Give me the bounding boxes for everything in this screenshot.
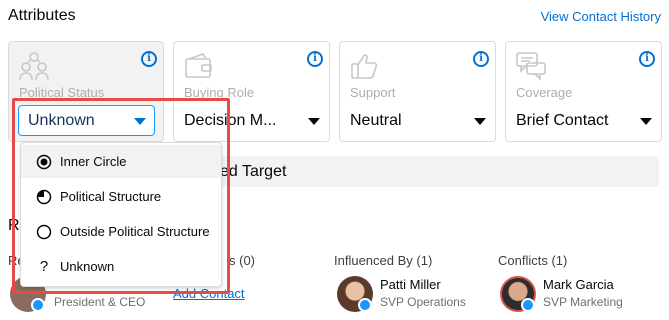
option-label: Inner Circle	[60, 154, 127, 169]
option-outside-political-structure[interactable]: Outside Political Structure	[21, 215, 221, 248]
add-contact-link[interactable]: Add Contact	[173, 286, 245, 301]
person-title: President & CEO	[54, 295, 146, 309]
person-name-link[interactable]: Patti Miller	[380, 277, 441, 292]
chevron-down-icon[interactable]	[474, 118, 486, 125]
option-inner-circle[interactable]: Inner Circle	[21, 145, 221, 178]
attributes-title: Attributes	[8, 7, 76, 24]
conflicts-heading: Conflicts (1)	[498, 253, 568, 268]
thumbs-up-icon	[351, 54, 378, 79]
avatar-badge-icon	[521, 298, 535, 312]
relationships-title: R	[8, 217, 20, 234]
avatar-badge-icon	[358, 298, 372, 312]
card-label: Coverage	[516, 85, 573, 100]
option-label: Unknown	[60, 259, 115, 274]
info-icon[interactable]: i	[639, 51, 655, 67]
card-label: Buying Role	[184, 85, 255, 100]
political-status-card: i Political Status Unknown	[8, 41, 164, 142]
coverage-card[interactable]: i Coverage Brief Contact	[505, 41, 662, 142]
radio-empty-icon	[36, 224, 52, 240]
political-status-dropdown: Inner Circle Political Structure Outside…	[20, 142, 222, 287]
half-circle-icon	[36, 189, 52, 205]
option-label: Outside Political Structure	[60, 224, 210, 239]
option-political-structure[interactable]: Political Structure	[21, 180, 221, 213]
person-title: SVP Operations	[380, 295, 466, 309]
card-label: Support	[350, 85, 396, 100]
column-heading: s (0)	[229, 253, 255, 268]
person-name-link[interactable]: Mark Garcia	[543, 277, 614, 292]
info-icon[interactable]: i	[307, 51, 323, 67]
info-icon[interactable]: i	[141, 51, 157, 67]
chevron-down-icon	[134, 118, 146, 125]
person-title: SVP Marketing	[543, 295, 623, 309]
chevron-down-icon[interactable]	[640, 118, 652, 125]
card-label: Political Status	[19, 85, 105, 100]
card-value: Neutral	[350, 112, 402, 129]
chat-icon	[516, 52, 546, 81]
option-unknown[interactable]: ? Unknown	[21, 250, 221, 283]
radio-selected-icon	[36, 154, 52, 170]
card-value: Brief Contact	[516, 112, 609, 129]
political-status-select[interactable]: Unknown	[18, 105, 155, 136]
influenced-by-heading: Influenced By (1)	[334, 253, 433, 268]
buying-role-card[interactable]: i Buying Role Decision M...	[173, 41, 330, 142]
question-icon: ?	[39, 258, 49, 275]
option-label: Political Structure	[60, 189, 162, 204]
chevron-down-icon[interactable]	[308, 118, 320, 125]
target-bar-text: ed Target	[220, 163, 287, 180]
support-card[interactable]: i Support Neutral	[339, 41, 496, 142]
group-icon	[19, 52, 49, 81]
target-bar: ed Target	[218, 156, 659, 187]
select-value: Unknown	[28, 112, 95, 129]
info-icon[interactable]: i	[473, 51, 489, 67]
view-contact-history-link[interactable]: View Contact History	[541, 9, 661, 24]
avatar-badge-icon	[31, 298, 45, 312]
wallet-icon	[185, 53, 212, 78]
card-value: Decision M...	[184, 112, 277, 129]
